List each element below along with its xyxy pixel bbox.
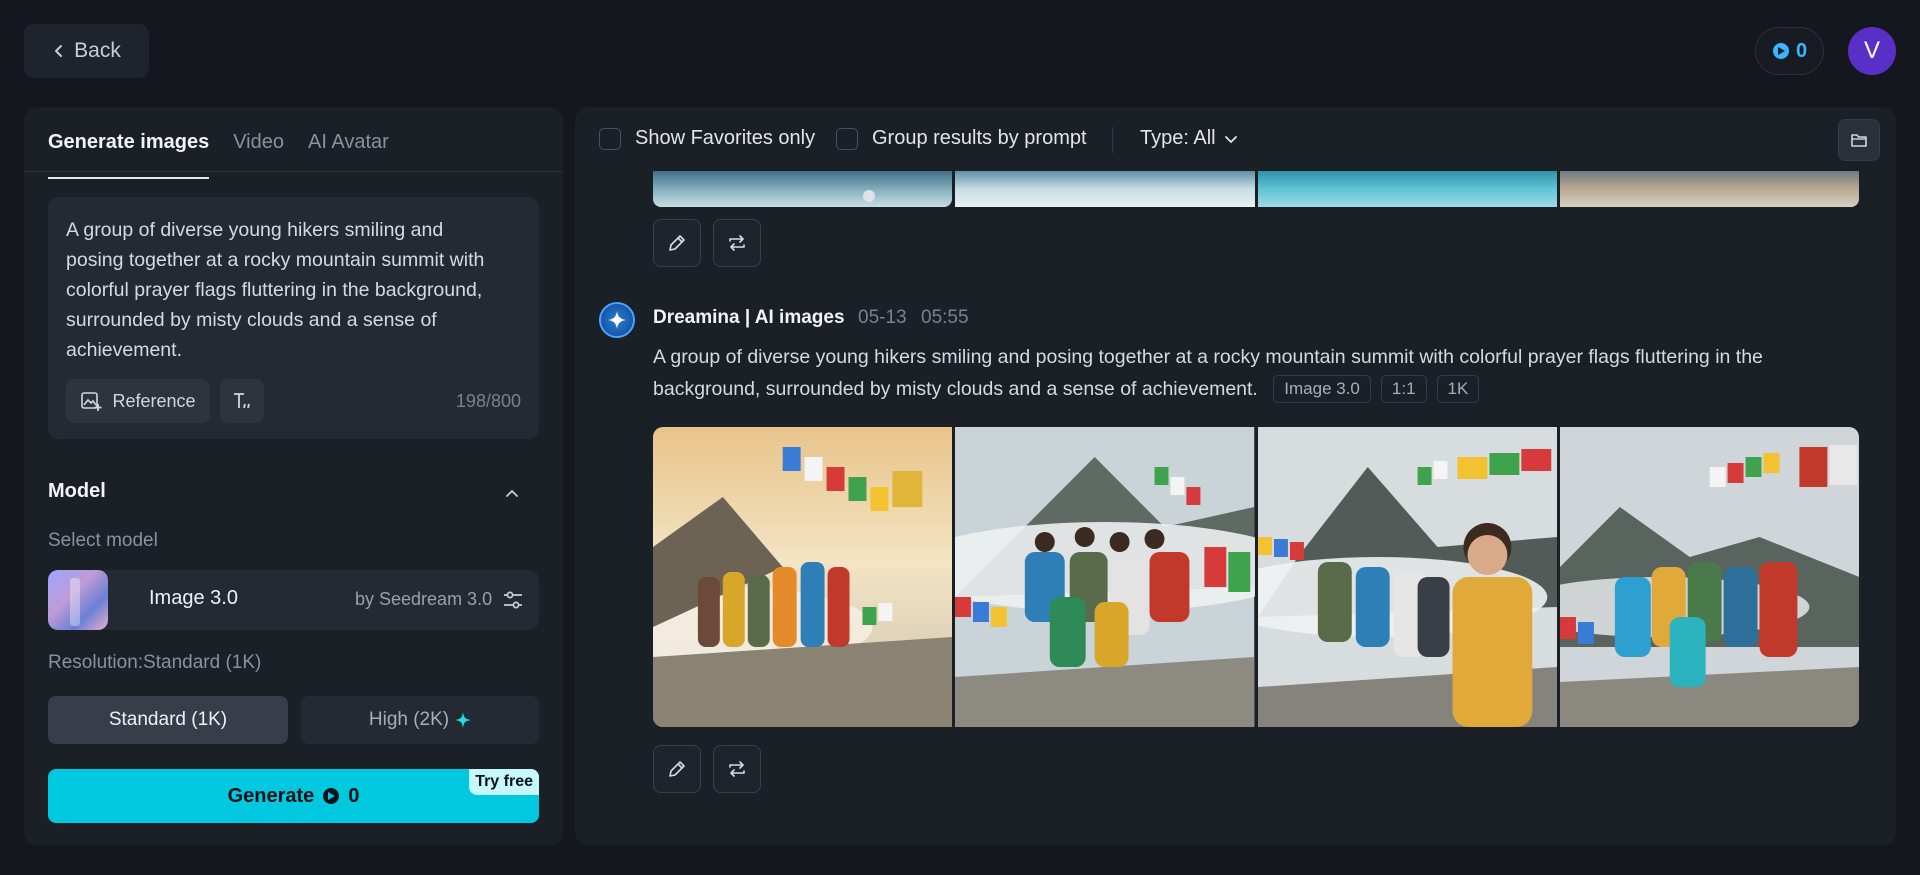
model-section-title: Model bbox=[48, 480, 106, 502]
edit-button[interactable] bbox=[653, 745, 701, 793]
regenerate-button[interactable] bbox=[713, 745, 761, 793]
edit-button[interactable] bbox=[653, 219, 701, 267]
type-dropdown[interactable]: Type: All bbox=[1140, 127, 1238, 150]
edit-icon bbox=[669, 761, 685, 777]
tabs-divider bbox=[24, 171, 563, 172]
edit-icon bbox=[669, 235, 685, 251]
credit-icon bbox=[1772, 43, 1789, 59]
previous-image-3[interactable] bbox=[1257, 170, 1557, 207]
regenerate-icon bbox=[729, 235, 745, 251]
previous-image-1[interactable] bbox=[653, 170, 953, 207]
chevron-up-icon[interactable] bbox=[504, 485, 520, 501]
resolution-label: Resolution:Standard (1K) bbox=[48, 652, 262, 673]
post-date: 05-13 bbox=[858, 307, 907, 328]
post-prompt[interactable]: A group of diverse young hikers smiling … bbox=[653, 341, 1853, 405]
generate-panel: Generate images Video AI Avatar A group … bbox=[24, 107, 563, 846]
credits-button[interactable]: 0 bbox=[1755, 27, 1824, 75]
previous-image-4[interactable] bbox=[1559, 170, 1859, 207]
generate-button[interactable]: Generate 0 Try free bbox=[48, 769, 539, 823]
post-time: 05:55 bbox=[921, 307, 969, 328]
dreamina-logo-icon bbox=[599, 302, 635, 338]
resolution-high-button[interactable]: High (2K) bbox=[301, 696, 539, 744]
generate-label: Generate bbox=[227, 784, 315, 807]
char-count: 198/800 bbox=[455, 391, 521, 411]
regenerate-icon bbox=[729, 761, 745, 777]
group-checkbox[interactable] bbox=[836, 127, 858, 150]
previous-result-images bbox=[653, 170, 1859, 207]
back-label: Back bbox=[74, 39, 121, 62]
carousel-dot bbox=[863, 190, 875, 202]
favorites-label: Show Favorites only bbox=[635, 127, 816, 149]
post-author[interactable]: Dreamina | AI images bbox=[653, 307, 845, 329]
prompt-box[interactable]: A group of diverse young hikers smiling … bbox=[48, 197, 539, 439]
tag-ratio: 1:1 bbox=[1380, 375, 1427, 403]
result-images bbox=[653, 427, 1859, 727]
previous-image-2[interactable] bbox=[955, 170, 1255, 207]
select-model-label: Select model bbox=[48, 530, 158, 551]
result-image-4[interactable] bbox=[1559, 427, 1859, 727]
toolbar-divider bbox=[1112, 127, 1113, 153]
result-image-3[interactable] bbox=[1257, 427, 1557, 727]
regenerate-button[interactable] bbox=[713, 219, 761, 267]
favorites-filter[interactable]: Show Favorites only bbox=[599, 127, 815, 150]
result-image-2[interactable] bbox=[955, 427, 1255, 727]
sparkle-icon bbox=[455, 712, 472, 728]
generate-cost: 0 bbox=[348, 784, 360, 807]
text-style-icon bbox=[234, 393, 250, 409]
type-label: Type: All bbox=[1140, 127, 1216, 149]
tag-resolution: 1K bbox=[1436, 375, 1480, 403]
avatar[interactable]: V bbox=[1848, 27, 1896, 75]
resolution-high-label: High (2K) bbox=[368, 709, 450, 730]
chevron-left-icon bbox=[55, 45, 63, 57]
resolution-standard-button[interactable]: Standard (1K) bbox=[48, 696, 288, 744]
prompt-input[interactable]: A group of diverse young hikers smiling … bbox=[66, 215, 496, 365]
model-provider: by Seedream 3.0 bbox=[355, 589, 493, 609]
group-filter[interactable]: Group results by prompt bbox=[836, 127, 1087, 150]
tag-model: Image 3.0 bbox=[1273, 375, 1371, 403]
model-selector[interactable]: Image 3.0 by Seedream 3.0 bbox=[48, 570, 539, 630]
group-label: Group results by prompt bbox=[872, 127, 1087, 149]
chevron-down-icon bbox=[1224, 135, 1237, 143]
settings-sliders-icon[interactable] bbox=[501, 588, 525, 612]
avatar-initial: V bbox=[1863, 37, 1880, 64]
reference-icon bbox=[81, 392, 102, 411]
back-button[interactable]: Back bbox=[24, 24, 149, 78]
folder-icon bbox=[1851, 134, 1867, 147]
resolution-standard-label: Standard (1K) bbox=[108, 709, 228, 730]
credits-count: 0 bbox=[1795, 39, 1808, 62]
text-style-button[interactable] bbox=[220, 379, 264, 423]
folder-button[interactable] bbox=[1838, 119, 1880, 161]
model-thumbnail bbox=[48, 570, 108, 630]
favorites-checkbox[interactable] bbox=[599, 127, 621, 150]
results-panel: Show Favorites only Group results by pro… bbox=[575, 107, 1896, 846]
credit-icon bbox=[323, 788, 340, 804]
model-name: Image 3.0 bbox=[149, 587, 238, 609]
try-free-badge: Try free bbox=[469, 769, 539, 795]
result-image-1[interactable] bbox=[653, 427, 953, 727]
post-prompt-text: A group of diverse young hikers smiling … bbox=[653, 346, 1763, 400]
results-toolbar: Show Favorites only Group results by pro… bbox=[575, 107, 1896, 171]
reference-button[interactable]: Reference bbox=[66, 379, 210, 423]
reference-label: Reference bbox=[112, 390, 196, 411]
